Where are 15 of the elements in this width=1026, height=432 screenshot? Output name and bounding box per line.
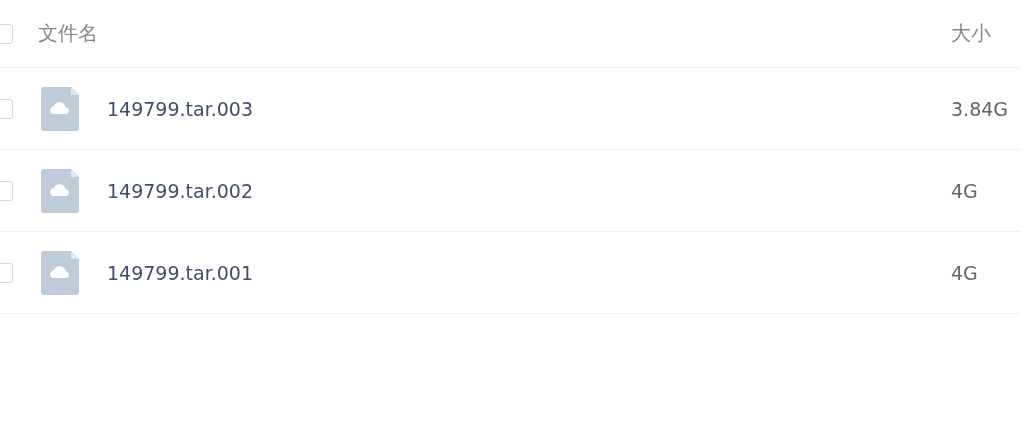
row-checkbox[interactable] xyxy=(0,98,13,119)
row-checkbox[interactable] xyxy=(0,262,13,283)
column-header[interactable]: 文件名 xyxy=(38,20,951,47)
file-size: 3.84G xyxy=(951,97,1010,120)
cloud-file-icon xyxy=(41,168,79,213)
column-header[interactable]: 大小 xyxy=(951,20,1021,47)
file-size: 4G xyxy=(951,261,979,284)
row-checkbox[interactable] xyxy=(0,180,13,201)
file-size: 4G xyxy=(951,179,979,202)
cloud-file-icon xyxy=(41,250,79,295)
file-name[interactable]: 149799.tar.001 xyxy=(107,261,951,284)
select-all-checkbox[interactable] xyxy=(0,23,13,44)
file-name[interactable]: 149799.tar.002 xyxy=(107,179,951,202)
cloud-file-icon xyxy=(41,86,79,131)
file-name[interactable]: 149799.tar.003 xyxy=(107,97,951,120)
